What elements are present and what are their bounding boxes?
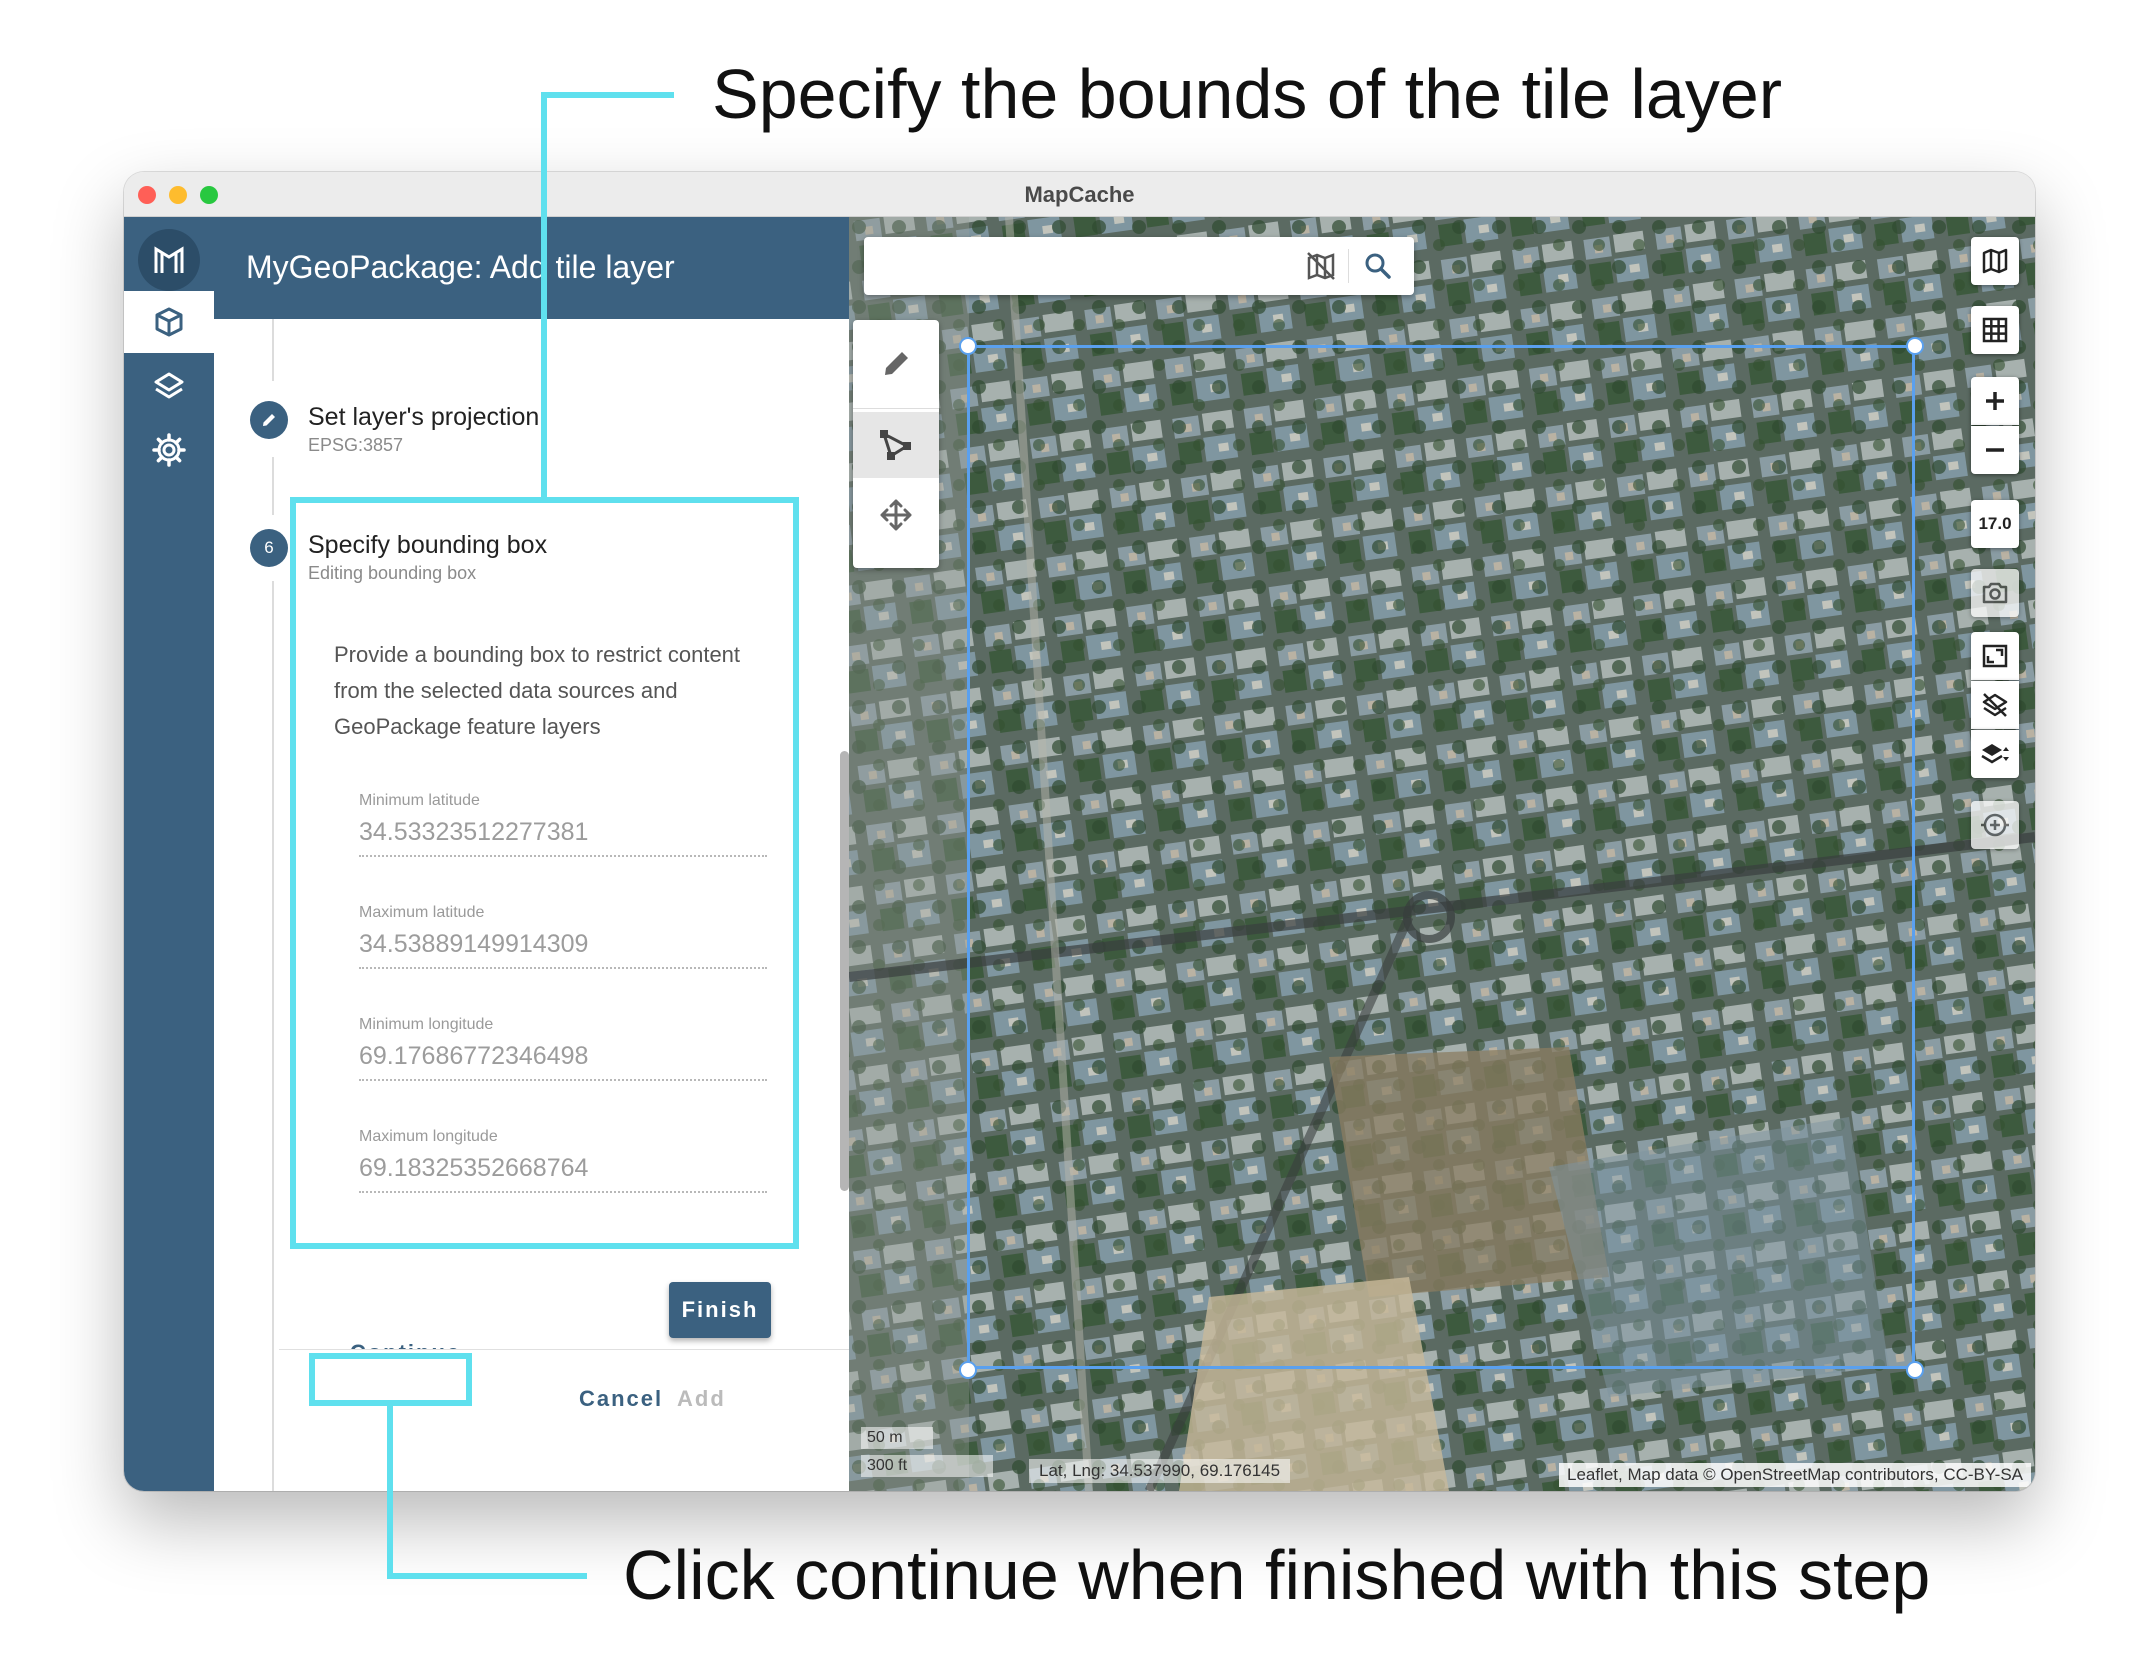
max-longitude-field[interactable]: Maximum longitude 69.18325352668764 xyxy=(359,1128,767,1193)
move-tool[interactable] xyxy=(853,482,939,548)
map-view[interactable]: 17.0 50 m 300 ft Lat, Lng: 34.537990, 69… xyxy=(849,217,2035,1491)
map-search-bar[interactable] xyxy=(864,237,1414,295)
add-location-button[interactable] xyxy=(1971,801,2019,849)
title-bar: MapCache xyxy=(124,172,2035,217)
edit-vertices-tool[interactable] xyxy=(853,412,939,478)
bbox-description: Provide a bounding box to restrict conte… xyxy=(334,642,741,739)
bounding-box-rectangle[interactable] xyxy=(967,345,1915,1369)
callout-line-top-horizontal xyxy=(541,92,674,98)
step-projection-subtitle: EPSG:3857 xyxy=(308,435,404,455)
stepper-line xyxy=(272,457,274,515)
draw-toolbar xyxy=(853,320,939,568)
field-value[interactable]: 34.53323512277381 xyxy=(359,818,767,857)
layers-icon xyxy=(154,372,184,399)
page-title: MyGeoPackage: Add tile layer xyxy=(246,249,675,285)
zoom-level-text: 17.0 xyxy=(1978,514,2012,533)
stepper-panel: Set layer's projection EPSG:3857 6 Speci… xyxy=(214,319,849,1491)
field-label: Maximum longitude xyxy=(359,1128,498,1145)
field-label: Minimum latitude xyxy=(359,792,480,809)
panel-header: MyGeoPackage: Add tile layer xyxy=(214,217,849,319)
map-off-icon[interactable] xyxy=(1304,249,1338,283)
add-button[interactable]: Add xyxy=(677,1386,726,1412)
layer-order-button[interactable] xyxy=(1971,730,2019,778)
grid-overlay-button[interactable] xyxy=(1971,306,2019,354)
plus-icon xyxy=(1986,392,2004,410)
stepper-line xyxy=(272,319,274,381)
nav-settings[interactable] xyxy=(124,419,214,481)
crosshair-plus-icon xyxy=(1981,813,2009,837)
draw-tool[interactable] xyxy=(853,320,939,409)
minus-icon xyxy=(1986,448,2004,452)
cancel-button[interactable]: Cancel xyxy=(579,1386,663,1412)
basemap-button[interactable] xyxy=(1971,237,2019,285)
grid-icon xyxy=(1982,317,2008,343)
cursor-coordinates: Lat, Lng: 34.537990, 69.176145 xyxy=(1029,1459,1291,1483)
min-latitude-field[interactable]: Minimum latitude 34.53323512277381 xyxy=(359,792,767,857)
bbox-handle-top-right[interactable] xyxy=(1906,337,1924,355)
step-edit-icon[interactable] xyxy=(250,401,288,439)
map-attribution[interactable]: Leaflet, Map data © OpenStreetMap contri… xyxy=(1558,1463,2031,1487)
field-value[interactable]: 34.53889149914309 xyxy=(359,930,767,969)
max-latitude-field[interactable]: Maximum latitude 34.53889149914309 xyxy=(359,904,767,969)
dialog-actions: Cancel Add xyxy=(279,1349,849,1491)
step-bbox-subtitle: Editing bounding box xyxy=(308,563,477,583)
screenshot-button[interactable] xyxy=(1971,569,2019,617)
field-label: Minimum longitude xyxy=(359,1016,494,1033)
zoom-out-button[interactable] xyxy=(1971,426,2019,474)
fit-extent-button[interactable] xyxy=(1971,632,2019,680)
bbox-handle-bottom-left[interactable] xyxy=(959,1361,977,1379)
callout-line-bottom-horizontal xyxy=(387,1573,587,1579)
callout-bounds-text: Specify the bounds of the tile layer xyxy=(712,55,1783,133)
side-nav xyxy=(124,217,214,1491)
scale-metric: 50 m xyxy=(861,1427,933,1449)
min-longitude-field[interactable]: Minimum longitude 69.17686772346498 xyxy=(359,1016,767,1081)
extent-icon xyxy=(1982,644,2008,668)
camera-icon xyxy=(1982,582,2008,604)
search-icon[interactable] xyxy=(1362,250,1394,282)
step-bbox-title: Specify bounding box xyxy=(308,531,548,559)
callout-continue-text: Click continue when finished with this s… xyxy=(623,1536,1931,1614)
search-input[interactable] xyxy=(874,245,1294,287)
step-projection-title: Set layer's projection xyxy=(308,403,540,431)
field-label: Maximum latitude xyxy=(359,904,485,921)
layers-off-icon xyxy=(1982,693,2008,717)
layers-sort-icon xyxy=(1981,744,2009,764)
hide-layers-button[interactable] xyxy=(1971,681,2019,729)
nav-tile-layer[interactable] xyxy=(124,291,214,353)
nav-layers[interactable] xyxy=(124,355,214,417)
app-window: MapCache MyGeoPackage: Add tile layer Se… xyxy=(124,172,2035,1491)
scale-imperial: 300 ft xyxy=(861,1455,993,1477)
gear-icon xyxy=(152,433,186,467)
field-value[interactable]: 69.18325352668764 xyxy=(359,1154,767,1193)
finish-button[interactable]: Finish xyxy=(669,1282,771,1338)
zoom-level-indicator: 17.0 xyxy=(1971,500,2019,548)
scrollbar-thumb[interactable] xyxy=(840,751,849,1191)
map-icon xyxy=(1982,248,2008,274)
pencil-icon xyxy=(263,414,275,426)
pencil-icon xyxy=(885,352,908,375)
stepper-line xyxy=(272,581,274,1491)
step-number-badge: 6 xyxy=(250,529,288,567)
callout-line-top-vertical xyxy=(541,92,547,497)
search-divider xyxy=(1348,249,1349,283)
bbox-handle-top-left[interactable] xyxy=(959,337,977,355)
zoom-in-button[interactable] xyxy=(1971,377,2019,425)
field-value[interactable]: 69.17686772346498 xyxy=(359,1042,767,1081)
bbox-handle-bottom-right[interactable] xyxy=(1906,1361,1924,1379)
move-icon xyxy=(880,499,912,531)
callout-line-bottom-vertical xyxy=(387,1404,393,1579)
mapcache-logo xyxy=(138,229,200,291)
window-title: MapCache xyxy=(1024,182,1135,207)
vector-edit-icon xyxy=(880,430,911,460)
cube-icon xyxy=(155,307,183,337)
